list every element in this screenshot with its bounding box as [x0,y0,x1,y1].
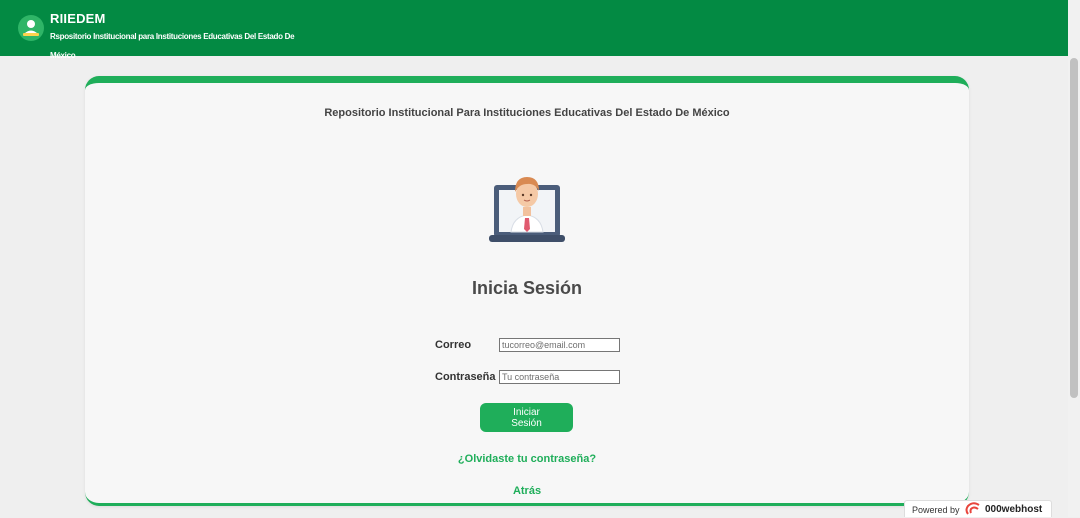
back-link[interactable]: Atrás [85,485,969,497]
scrollbar-thumb[interactable] [1070,58,1078,398]
brand-name: RIIEDEM [50,11,106,26]
webhost-brand: 000webhost [985,504,1043,515]
brand-subtitle: Rspositorio Institucional para Instituci… [50,32,295,60]
password-field[interactable] [499,370,620,384]
top-header: RIIEDEM Rspositorio Institucional para I… [0,0,1068,60]
email-field[interactable] [499,338,620,352]
vertical-scrollbar[interactable] [1068,0,1080,517]
login-heading: Inicia Sesión [471,278,583,298]
webhost-logo-icon [965,502,981,516]
user-group-icon [18,15,44,41]
user-laptop-icon [489,169,565,247]
card-title: Repositorio Institucional Para Instituci… [324,107,730,119]
password-label: Contraseña [435,371,496,383]
login-card: Repositorio Institucional Para Instituci… [85,76,969,506]
email-label: Correo [435,339,472,351]
forgot-password-link[interactable]: ¿Olvidaste tu contraseña? [85,453,969,465]
powered-by-badge[interactable]: Powered by 000webhost [904,500,1052,517]
powered-by-label: Powered by [912,505,960,515]
login-button[interactable]: Iniciar Sesión [480,403,573,432]
